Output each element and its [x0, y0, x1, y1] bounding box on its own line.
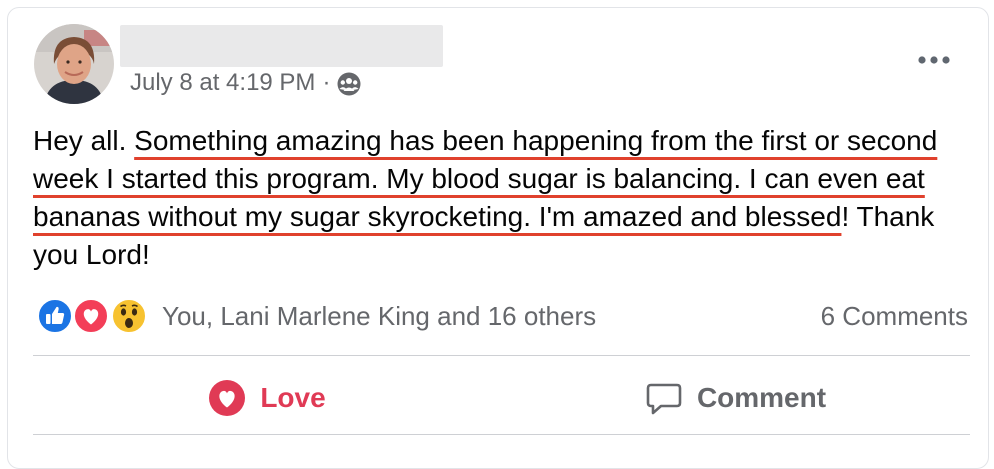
post-text-intro: Hey all.	[33, 125, 135, 156]
wow-icon	[111, 298, 147, 334]
post-meta: July 8 at 4:19 PM ·	[130, 66, 362, 100]
divider-bottom	[33, 434, 970, 435]
reactions-bar[interactable]: You, Lani Marlene King and 16 others	[36, 296, 596, 336]
love-icon	[209, 380, 246, 416]
author-avatar[interactable]	[34, 24, 114, 104]
love-icon	[73, 298, 109, 334]
divider-top	[33, 355, 970, 356]
group-audience-icon[interactable]	[336, 71, 362, 97]
reaction-icons	[36, 297, 148, 335]
like-icon	[37, 298, 73, 334]
post-timestamp[interactable]: July 8 at 4:19 PM	[130, 69, 315, 97]
love-button-label: Love	[260, 382, 326, 413]
comments-count-link[interactable]: 6 Comments	[821, 296, 968, 336]
post-text-highlighted: Something amazing has been happening fro…	[33, 125, 938, 232]
more-options-button[interactable]	[912, 46, 956, 74]
reactions-summary[interactable]: You, Lani Marlene King and 16 others	[162, 301, 596, 332]
meta-separator: ·	[322, 69, 331, 96]
post-body: Hey all. Something amazing has been happ…	[33, 122, 963, 274]
love-button[interactable]: Love	[33, 364, 501, 432]
more-dots-icon	[918, 56, 950, 64]
comment-button-label: Comment	[696, 382, 827, 413]
comment-icon	[646, 383, 682, 415]
author-name-redacted	[120, 25, 443, 67]
comment-button[interactable]: Comment	[501, 364, 970, 432]
comments-count-label: 6 Comments	[820, 300, 968, 331]
